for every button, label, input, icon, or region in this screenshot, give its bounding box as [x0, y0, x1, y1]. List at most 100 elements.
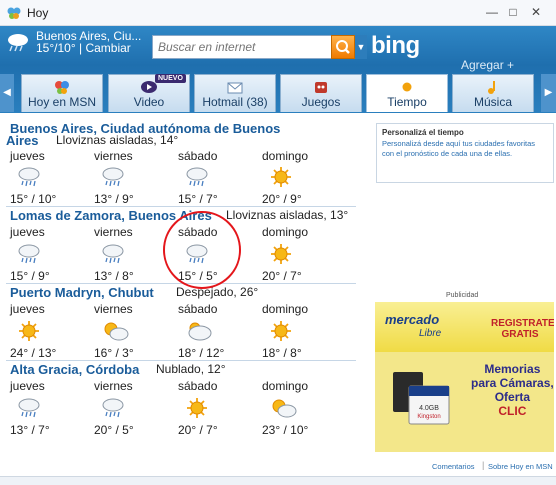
forecast-day: domingo	[262, 302, 309, 316]
search-input[interactable]	[153, 36, 331, 58]
city-condition: Lloviznas aisladas, 13°	[226, 208, 349, 222]
city-condition: Despejado, 26°	[176, 285, 259, 299]
cloudy-icon	[185, 320, 213, 342]
forecast-temps: 13° / 8°	[94, 269, 134, 283]
divider	[6, 360, 356, 361]
tab-label: Juegos	[301, 95, 341, 109]
games-icon	[315, 82, 327, 93]
card-size: 4.0GB	[419, 405, 439, 412]
rain-icon	[101, 166, 125, 188]
sun-icon	[402, 82, 412, 92]
window-title: Hoy	[27, 6, 49, 20]
forecast-day: sábado	[178, 302, 218, 316]
personalize-title: Personalizá el tiempo	[382, 128, 464, 137]
bottom-bar	[0, 476, 556, 485]
tab-label: Hotmail (38)	[202, 95, 268, 109]
forecast-day: domingo	[262, 379, 309, 393]
tab-musica[interactable]: Música	[452, 74, 534, 112]
forecast-day: sábado	[178, 379, 218, 393]
memory-card-image: 4.0GB Kingston	[393, 372, 450, 425]
personalize-panel: Personalizá el tiempo Personalizá desde …	[376, 123, 554, 183]
partly-cloudy-icon	[101, 320, 129, 342]
forecast-temps: 13° / 9°	[94, 192, 134, 206]
city-name-link[interactable]: Puerto Madryn, Chubut	[10, 285, 154, 300]
sun-icon	[269, 166, 293, 188]
about-link[interactable]: Sobre Hoy en MSN	[488, 462, 553, 471]
music-note-icon	[488, 81, 495, 94]
ad-line: para Cámaras,	[471, 376, 554, 390]
sun-icon	[185, 397, 209, 419]
city-condition: Nublado, 12°	[156, 362, 226, 376]
tab-hoy-en-msn[interactable]: Hoy en MSN	[21, 74, 103, 112]
forecast-day: domingo	[262, 149, 309, 163]
city-name-link[interactable]: Alta Gracia, Córdoba	[10, 362, 139, 377]
forecast-day: sábado	[178, 149, 218, 163]
divider	[6, 206, 356, 207]
mercadolibre-ad[interactable]: mercado Libre REGISTRATE GRATIS 4.0GB Ki…	[375, 302, 554, 452]
city-condition: Lloviznas aisladas, 14°	[56, 133, 179, 147]
msn-header: Buenos Aires, Ciu... 15°/10° | Cambiar ▼…	[0, 26, 556, 113]
sun-icon	[17, 320, 41, 342]
forecast-temps: 16° / 3°	[94, 346, 134, 360]
search-icon	[336, 40, 350, 54]
tab-juegos[interactable]: Juegos	[280, 74, 362, 112]
weather-content: Buenos Aires, Ciudad autónoma de Buenos …	[0, 113, 370, 468]
forecast-day: jueves	[10, 149, 45, 163]
forecast-temps: 18° / 12°	[178, 346, 225, 360]
search-dropdown-button[interactable]: ▼	[355, 35, 367, 59]
personalize-link[interactable]: Personalizá desde aquí tus ciudades favo…	[382, 139, 548, 158]
rain-icon	[17, 166, 41, 188]
ad-line: Memorias	[484, 362, 541, 376]
forecast-temps: 15° / 10°	[10, 192, 57, 206]
rain-icon	[101, 397, 125, 419]
search-box	[152, 35, 332, 59]
maximize-button[interactable]: □	[503, 3, 523, 21]
forecast-temps: 24° / 13°	[10, 346, 57, 360]
msn-butterfly-icon	[7, 7, 21, 19]
sun-icon	[269, 320, 293, 342]
tab-label: Música	[473, 95, 512, 109]
tab-label: Tiempo	[387, 95, 427, 109]
search-button[interactable]	[331, 35, 355, 59]
rain-icon	[101, 243, 125, 265]
forecast-day: viernes	[94, 302, 133, 316]
rain-icon	[17, 397, 41, 419]
forecast-temps: 23° / 10°	[262, 423, 309, 437]
forecast-day: viernes	[94, 379, 133, 393]
tabs-scroll-right-button[interactable]: ▶	[541, 74, 556, 112]
ad-brand: mercado	[385, 312, 440, 327]
forecast-day: jueves	[10, 225, 45, 239]
highlight-circle	[163, 211, 241, 289]
forecast-day: domingo	[262, 225, 309, 239]
forecast-temps: 20° / 7°	[262, 269, 302, 283]
rain-icon	[185, 166, 209, 188]
change-link[interactable]: Cambiar	[85, 41, 130, 55]
forecast-day: viernes	[94, 149, 133, 163]
forecast-temps: 15° / 7°	[178, 192, 218, 206]
sun-icon	[269, 243, 293, 265]
city-name-link-cont[interactable]: Aires	[6, 133, 39, 148]
minimize-button[interactable]: —	[482, 3, 502, 21]
current-temps: 15°/10° | Cambiar	[36, 41, 131, 55]
rain-icon	[17, 243, 41, 265]
forecast-temps: 15° / 9°	[10, 269, 50, 283]
ad-label: Publicidad	[446, 292, 479, 299]
card-brand: Kingston	[417, 414, 440, 420]
comments-link[interactable]: Comentarios	[432, 462, 475, 471]
ad-cta: CLIC	[498, 404, 527, 418]
tabs-scroll-left-button[interactable]: ◀	[0, 74, 14, 112]
msn-butterfly-icon	[55, 81, 69, 94]
forecast-temps: 20° / 5°	[94, 423, 134, 437]
agregar-link[interactable]: Agregar +	[461, 58, 514, 72]
tab-label: Hoy en MSN	[27, 95, 97, 109]
bing-logo: bing	[371, 32, 420, 59]
partly-cloudy-icon	[269, 397, 297, 419]
tab-tiempo[interactable]: Tiempo	[366, 74, 448, 112]
ad-brand-secondary: Libre	[419, 328, 442, 339]
rain-cloud-icon	[8, 34, 28, 52]
tab-hotmail[interactable]: Hotmail (38)	[194, 74, 276, 112]
forecast-day: jueves	[10, 302, 45, 316]
forecast-day: jueves	[10, 379, 45, 393]
ad-register-text: REGISTRATE GRATIS	[491, 318, 554, 340]
close-button[interactable]: ✕	[526, 3, 546, 21]
